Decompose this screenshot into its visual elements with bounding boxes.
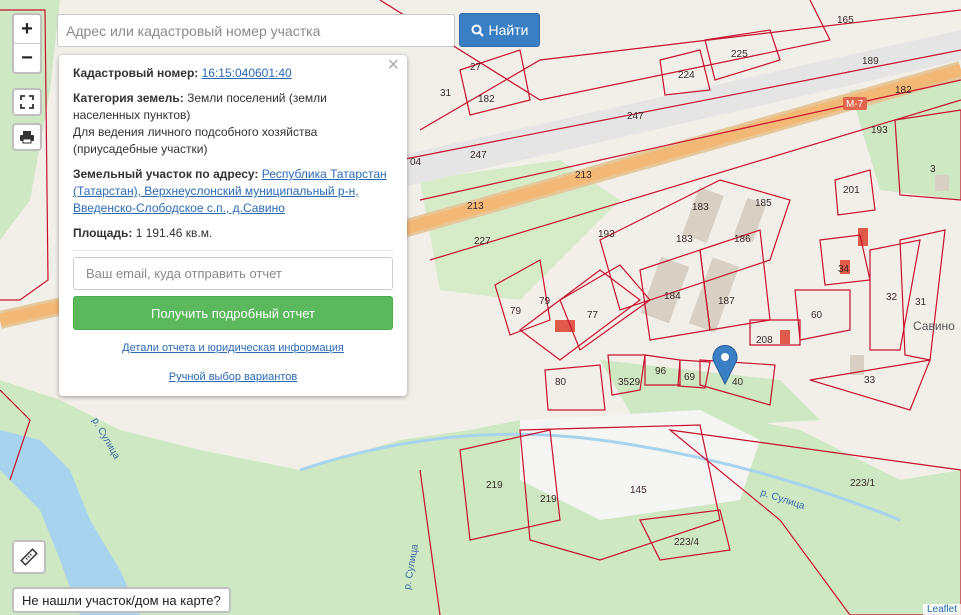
parcel-label: 219: [486, 480, 503, 491]
find-button-label: Найти: [488, 22, 529, 38]
village-label: Савино: [913, 319, 955, 333]
email-input[interactable]: [73, 257, 393, 290]
parcel-label: 60: [811, 310, 823, 321]
search-input[interactable]: [57, 14, 455, 47]
zoom-control: + −: [12, 13, 42, 74]
ruler-icon: [20, 548, 38, 566]
address-label: Земельный участок по адресу:: [73, 167, 259, 181]
search-icon: [471, 24, 484, 37]
parcel-info-popup: × Кадастровый номер: 16:15:040601:40 Кат…: [59, 55, 407, 396]
parcel-label: 223/1: [850, 478, 875, 489]
get-report-button[interactable]: Получить подробный отчет: [73, 296, 393, 330]
fullscreen-icon: [20, 95, 34, 109]
parcel-label: 33: [864, 375, 876, 386]
category-label: Категория земель:: [73, 91, 184, 105]
parcel-label: 247: [470, 150, 487, 161]
area-label: Площадь:: [73, 226, 133, 240]
parcel-label: 34: [838, 264, 850, 275]
zoom-in-button[interactable]: +: [14, 15, 40, 43]
not-found-button[interactable]: Не нашли участок/дом на карте?: [12, 587, 231, 613]
report-details-link[interactable]: Детали отчета и юридическая информация: [122, 342, 344, 354]
parcel-label: 77: [587, 310, 599, 321]
cadastral-label: Кадастровый номер:: [73, 66, 199, 80]
attribution-link[interactable]: Leaflet: [922, 604, 961, 615]
parcel-label: 40: [732, 377, 744, 388]
parcel-label: 185: [755, 198, 772, 209]
parcel-label: 04: [410, 157, 422, 168]
print-button[interactable]: [12, 123, 42, 151]
manual-selection-link[interactable]: Ручной выбор вариантов: [169, 371, 297, 383]
purpose-value: Для ведения личного подсобного хозяйства…: [73, 125, 318, 156]
parcel-label: 224: [678, 70, 695, 81]
parcel-label: 69: [684, 372, 696, 383]
parcel-label: 80: [555, 377, 567, 388]
parcel-label: 193: [871, 125, 888, 136]
parcel-label: 183: [692, 202, 709, 213]
parcel-label: 187: [718, 296, 735, 307]
parcel-label: 208: [756, 335, 773, 346]
parcel-label: 3529: [618, 377, 641, 388]
road-label: М-7: [846, 99, 864, 110]
area-value: 1 191.46 кв.м.: [135, 226, 213, 240]
divider: [73, 250, 393, 251]
parcel-label: 31: [440, 88, 452, 99]
parcel-label: 182: [895, 85, 912, 96]
parcel-label: 193: [598, 229, 615, 240]
parcel-label: 186: [734, 234, 751, 245]
parcel-label: 96: [655, 366, 667, 377]
parcel-label: 183: [676, 234, 693, 245]
parcel-label: 223/4: [674, 537, 699, 548]
parcel-label: 165: [837, 15, 854, 26]
parcel-label: 32: [886, 292, 898, 303]
cadastral-number-link[interactable]: 16:15:040601:40: [202, 66, 292, 80]
parcel-label: 184: [664, 291, 681, 302]
parcel-label: 182: [478, 94, 495, 105]
parcel-label: 189: [862, 56, 879, 67]
parcel-label: 219: [540, 494, 557, 505]
close-icon[interactable]: ×: [387, 55, 399, 75]
parcel-label: 227: [474, 236, 491, 247]
parcel-label: 31: [915, 297, 927, 308]
zoom-out-button[interactable]: −: [14, 44, 40, 72]
parcel-label: 145: [630, 485, 647, 496]
fullscreen-button[interactable]: [12, 88, 42, 116]
parcel-label: 79: [539, 296, 551, 307]
parcel-label: 213: [467, 201, 484, 212]
parcel-label: 201: [843, 185, 860, 196]
parcel-label: 213: [575, 170, 592, 181]
parcel-label: 79: [510, 306, 522, 317]
find-button[interactable]: Найти: [459, 13, 540, 47]
ruler-button[interactable]: [12, 540, 46, 574]
parcel-label: 225: [731, 49, 748, 60]
parcel-label: 27: [470, 62, 482, 73]
printer-icon: [20, 131, 34, 144]
parcel-label: 3: [930, 164, 936, 175]
parcel-label: 247: [627, 111, 644, 122]
